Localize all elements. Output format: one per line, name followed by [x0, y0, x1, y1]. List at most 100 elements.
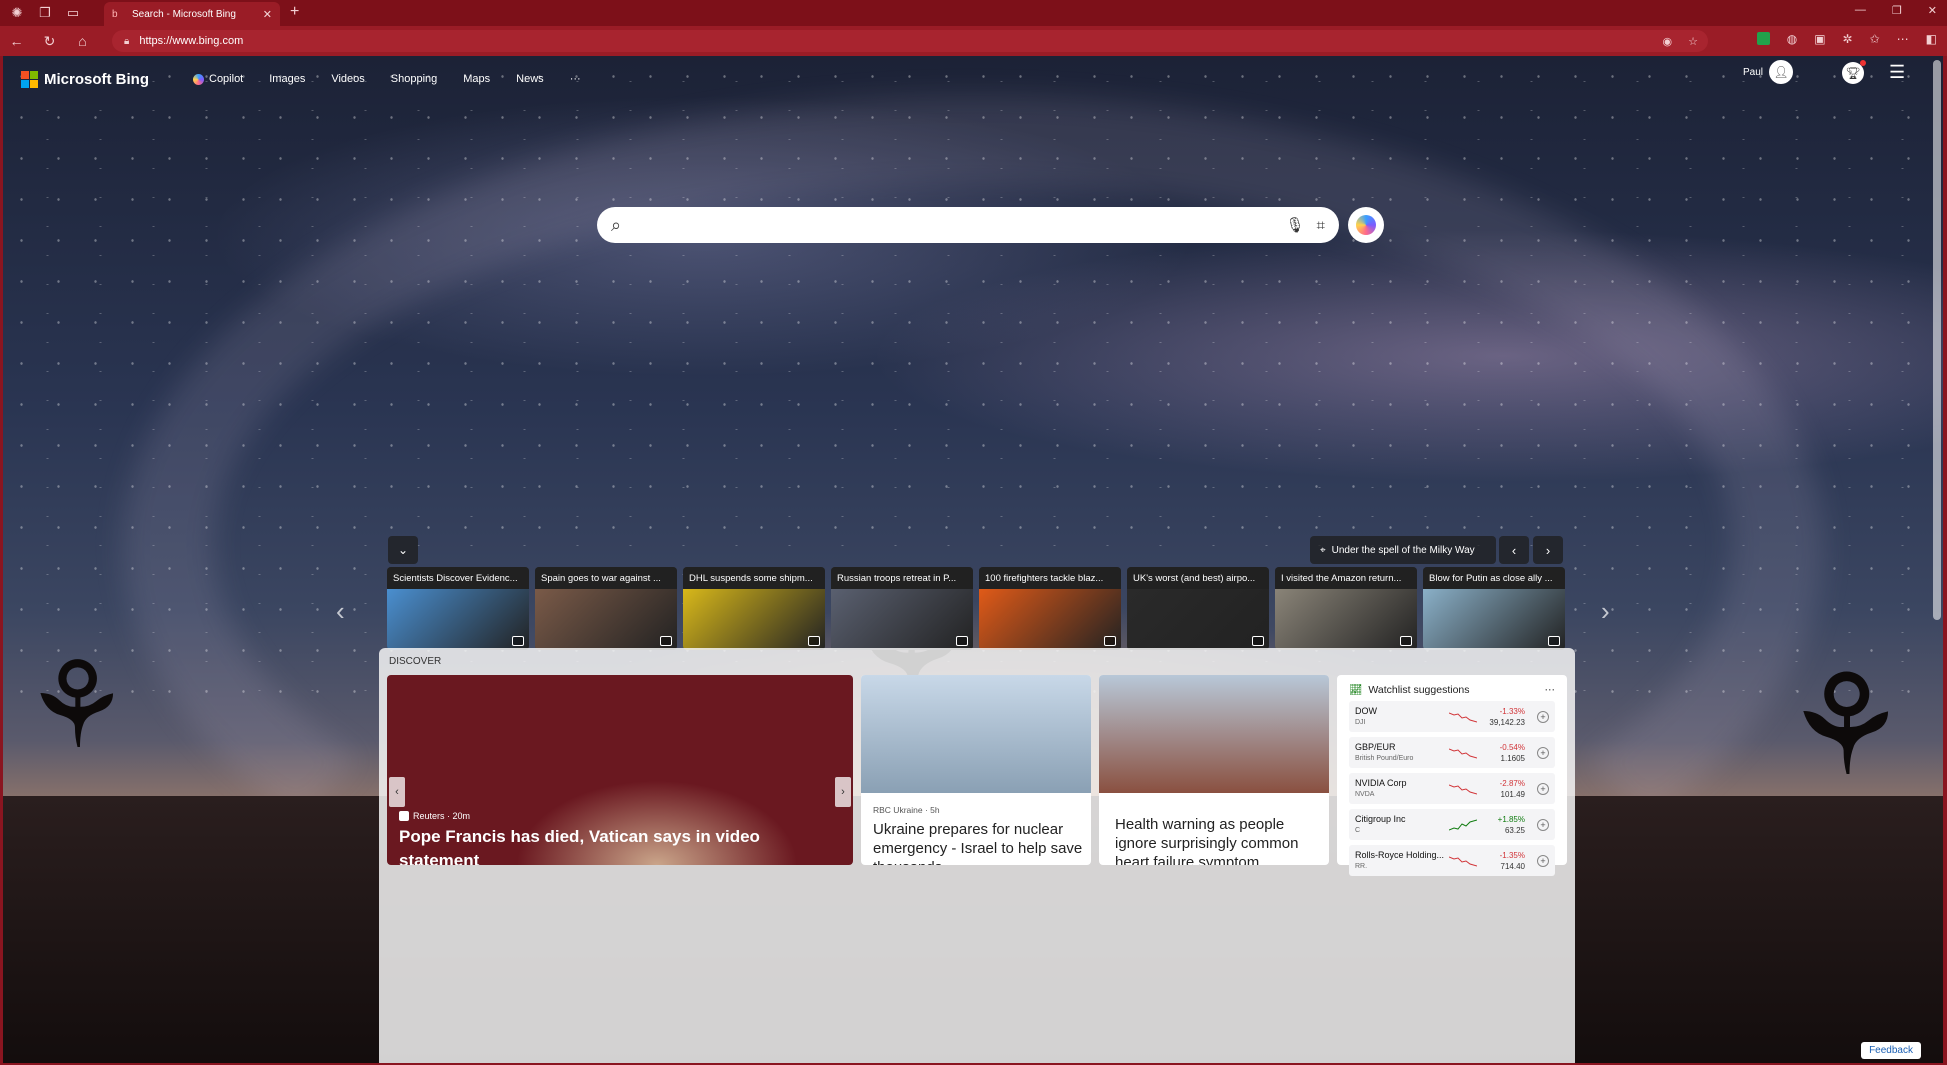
chart-trend-icon: 📈︎	[1349, 684, 1363, 696]
expand-icon[interactable]	[956, 636, 968, 646]
expand-icon[interactable]	[1104, 636, 1116, 646]
stock-price: 101.49	[1500, 789, 1525, 799]
stock-price: 39,142.23	[1489, 717, 1525, 727]
news-card[interactable]: RBC Ukraine · 5h Ukraine prepares for nu…	[861, 675, 1091, 865]
news-carousel-card[interactable]: UK's worst (and best) airpo...	[1127, 567, 1269, 650]
expand-icon[interactable]	[808, 636, 820, 646]
feedback-button[interactable]: Feedback	[1861, 1042, 1921, 1059]
card-image	[387, 589, 529, 650]
url-field[interactable]: 🔒︎ https://www.bing.com ◉ ☆	[112, 30, 1708, 52]
expand-icon[interactable]	[1400, 636, 1412, 646]
stock-change: +1.85% 63.25	[1485, 814, 1525, 836]
more-options-icon[interactable]: ⋯	[1545, 684, 1556, 696]
nav-copilot[interactable]: Copilot	[193, 73, 243, 85]
nav-maps[interactable]: Maps	[463, 73, 490, 85]
news-carousel-card[interactable]: 100 firefighters tackle blaz...	[979, 567, 1121, 650]
card-title: UK's worst (and best) airpo...	[1127, 567, 1269, 589]
change-percent: +1.85%	[1497, 814, 1525, 824]
news-image	[1099, 675, 1329, 793]
lock-icon: 🔒︎	[124, 35, 130, 47]
card-title: Blow for Putin as close ally ...	[1423, 567, 1565, 589]
refresh-icon[interactable]: ↻	[33, 33, 66, 50]
microsoft-logo-icon	[21, 71, 38, 88]
extensions-puzzle-icon[interactable]: ✲	[1843, 32, 1853, 46]
news-carousel-card[interactable]: Spain goes to war against ...	[535, 567, 677, 650]
watchlist-row[interactable]: Rolls-Royce Holding... RR. -1.35% 714.40 +	[1349, 845, 1555, 876]
hero-title: Pope Francis has died, Vatican says in v…	[399, 827, 760, 865]
add-to-watchlist-icon[interactable]: +	[1537, 710, 1549, 723]
hamburger-menu-icon[interactable]: ☰	[1889, 62, 1905, 83]
expand-icon[interactable]	[512, 636, 524, 646]
close-window-icon[interactable]: ✕	[1928, 4, 1937, 17]
news-carousel-card[interactable]: Scientists Discover Evidenc...	[387, 567, 529, 650]
add-to-watchlist-icon[interactable]: +	[1537, 854, 1549, 867]
minimize-icon[interactable]: —	[1855, 4, 1866, 17]
news-card[interactable]: Health warning as people ignore surprisi…	[1099, 675, 1329, 865]
add-to-watchlist-icon[interactable]: +	[1537, 818, 1549, 831]
card-image	[1127, 589, 1269, 650]
favorite-star-icon[interactable]: ☆	[1688, 35, 1698, 48]
image-info-button[interactable]: ⌖ Under the spell of the Milky Way	[1310, 536, 1496, 564]
sparkline	[1449, 784, 1477, 794]
hero-prev-icon[interactable]: ‹	[389, 777, 405, 807]
back-icon[interactable]: ←	[0, 33, 33, 49]
watchlist-row[interactable]: NVIDIA Corp NVDA -2.87% 101.49 +	[1349, 773, 1555, 804]
nav-more[interactable]: ···	[570, 73, 581, 85]
stock-symbol: GBP/EUR	[1355, 741, 1396, 752]
nav-news[interactable]: News	[516, 73, 544, 85]
collapse-carousel-button[interactable]: ⌄	[388, 536, 418, 564]
visual-search-icon[interactable]: ⌗	[1317, 217, 1325, 234]
microphone-icon[interactable]: 🎙︎	[1286, 216, 1305, 234]
add-to-watchlist-icon[interactable]: +	[1537, 746, 1549, 759]
add-to-watchlist-icon[interactable]: +	[1537, 782, 1549, 795]
news-carousel-card[interactable]: I visited the Amazon return...	[1275, 567, 1417, 650]
next-image-button[interactable]: ›	[1533, 536, 1563, 564]
watchlist-row[interactable]: GBP/EUR British Pound/Euro -0.54% 1.1605 +	[1349, 737, 1555, 768]
news-carousel-card[interactable]: DHL suspends some shipm...	[683, 567, 825, 650]
page-scrollbar[interactable]	[1933, 60, 1941, 620]
tracking-prevention-icon[interactable]: ◉	[1663, 35, 1673, 48]
copilot-search-button[interactable]	[1348, 207, 1384, 243]
watchlist-title: Watchlist suggestions	[1368, 683, 1470, 696]
expand-icon[interactable]	[660, 636, 672, 646]
carousel-prev-arrow-icon[interactable]: ‹	[336, 596, 345, 627]
rewards-trophy-icon[interactable]: 🏆︎	[1842, 60, 1866, 84]
nav-shopping[interactable]: Shopping	[391, 73, 438, 85]
news-carousel-card[interactable]: Blow for Putin as close ally ...	[1423, 567, 1565, 650]
new-tab-icon[interactable]: +	[290, 3, 299, 21]
tab-actions-icon[interactable]: ▭	[62, 2, 84, 24]
nav-images[interactable]: Images	[269, 73, 305, 85]
close-tab-icon[interactable]: ✕	[263, 8, 272, 21]
sidebar-toggle-icon[interactable]: ◧	[1926, 32, 1937, 46]
home-icon[interactable]: ⌂	[66, 33, 99, 49]
copilot-icon	[193, 73, 204, 85]
news-carousel-card[interactable]: Russian troops retreat in P...	[831, 567, 973, 650]
favorites-icon[interactable]: ✩	[1870, 32, 1880, 46]
carousel-next-arrow-icon[interactable]: ›	[1601, 596, 1610, 627]
previous-image-button[interactable]: ‹	[1499, 536, 1529, 564]
user-signin[interactable]: Paul 👤︎	[1743, 60, 1794, 84]
watchlist-row[interactable]: DOW DJI -1.33% 39,142.23 +	[1349, 701, 1555, 732]
card-title: 100 firefighters tackle blaz...	[979, 567, 1121, 589]
restore-icon[interactable]: ❐	[1892, 4, 1902, 17]
profile-icon[interactable]: ✺	[6, 2, 28, 24]
workspaces-icon[interactable]: ❐	[34, 2, 56, 24]
bing-logo[interactable]: Microsoft Bing	[21, 71, 149, 88]
extension-m-icon[interactable]: ▣	[1814, 32, 1825, 46]
expand-icon[interactable]	[1548, 636, 1560, 646]
more-menu-icon[interactable]: ⋯	[1897, 32, 1909, 46]
change-percent: -1.35%	[1499, 850, 1525, 860]
hero-next-icon[interactable]: ›	[835, 777, 851, 807]
extension-circle-icon[interactable]: ◍	[1787, 32, 1797, 46]
change-percent: -2.87%	[1499, 778, 1525, 788]
feedback-label: Feedback	[1869, 1045, 1913, 1056]
chevron-right-icon: ›	[1545, 542, 1551, 558]
nav-videos[interactable]: Videos	[331, 73, 364, 85]
url-text: https://www.bing.com	[139, 35, 244, 47]
browser-tab[interactable]: b Search - Microsoft Bing ✕	[104, 2, 280, 26]
search-input[interactable]	[633, 217, 1274, 233]
extension-green-icon[interactable]	[1756, 32, 1770, 45]
hero-news-card[interactable]: ‹ › Reuters · 20m Pope Francis has died,…	[387, 675, 853, 865]
watchlist-row[interactable]: Citigroup Inc C +1.85% 63.25 +	[1349, 809, 1555, 840]
expand-icon[interactable]	[1252, 636, 1264, 646]
